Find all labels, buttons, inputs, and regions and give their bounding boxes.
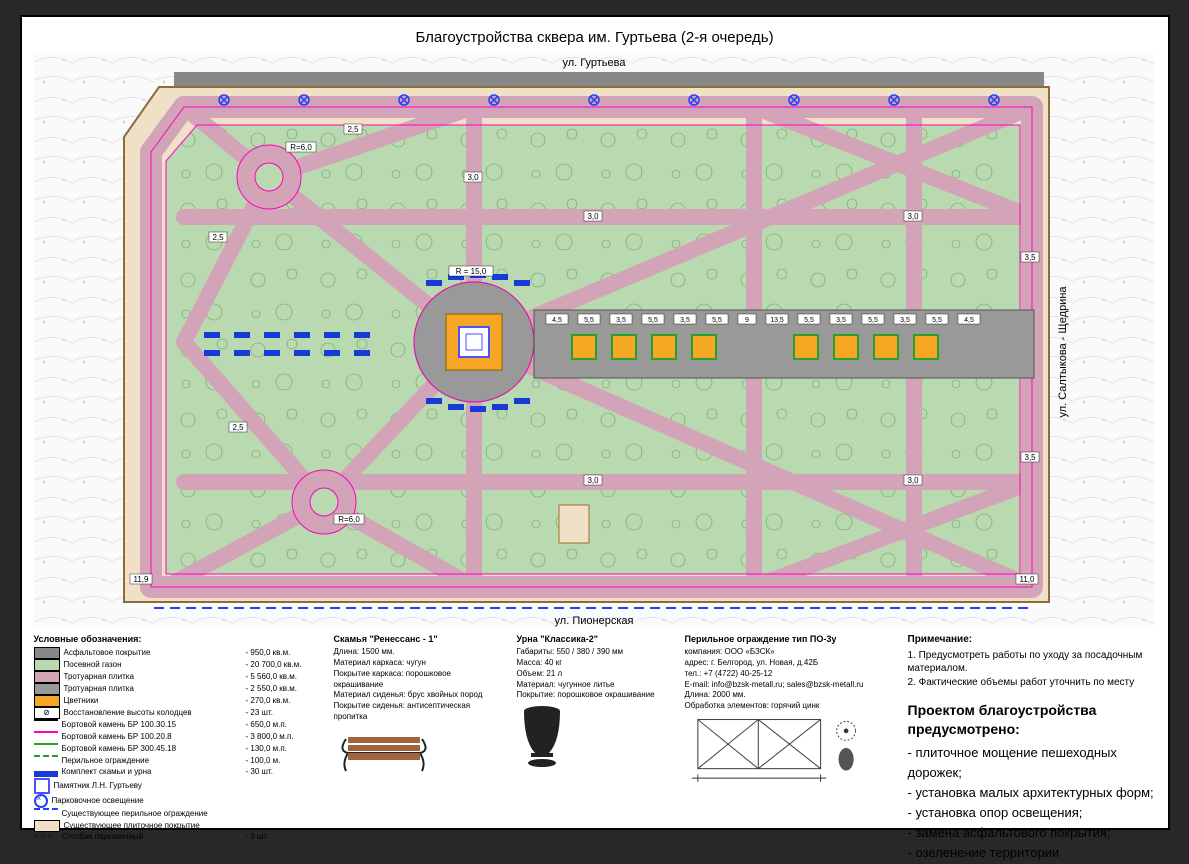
legend-item-rail: Перильное ограждение- 100,0 м.	[34, 755, 316, 767]
notes-column: Примечание: 1. Предусмотреть работы по у…	[908, 633, 1156, 864]
drawing-sheet: С Благоустройства сквера им. Гуртьева (2…	[20, 15, 1170, 830]
svg-text:4,5: 4,5	[552, 317, 562, 324]
svg-text:3,0: 3,0	[907, 476, 919, 485]
legend-item-flower: Цветники- 270,0 кв.м.	[34, 695, 316, 707]
legend-item-monument: Памятник Л.Н. Гуртьеву	[34, 778, 316, 794]
svg-text:3,5: 3,5	[616, 317, 626, 324]
legend-item-curb2: Бортовой камень БР 100.20.8- 3 800,0 м.п…	[34, 731, 316, 743]
bench-spec: Скамья "Ренессанс - 1" Длина: 1500 мм.Ма…	[334, 633, 499, 864]
svg-text:3,5: 3,5	[900, 317, 910, 324]
svg-text:2,5: 2,5	[232, 423, 244, 432]
svg-text:9: 9	[745, 317, 749, 324]
svg-text:2,5: 2,5	[212, 233, 224, 242]
svg-text:5,5: 5,5	[712, 317, 722, 324]
legend-item-bollard: ○ ○ ○Столбик парковочный- 3 шт.	[34, 832, 316, 843]
svg-text:5,5: 5,5	[584, 317, 594, 324]
urn-icon	[517, 701, 567, 771]
svg-text:2,5: 2,5	[347, 125, 359, 134]
svg-text:5,5: 5,5	[648, 317, 658, 324]
legend-item-curb3: Бортовой камень БР 300.45.18- 130,0 м.п.	[34, 743, 316, 755]
bench-icon	[334, 723, 434, 783]
legend-column: Условные обозначения: Асфальтовое покрыт…	[34, 633, 316, 864]
legend-item-paving2: Тротуарная плитка- 2 550,0 кв.м.	[34, 683, 316, 695]
legend-item-light: ×Парковочное освещение	[34, 794, 316, 808]
fence-icon	[685, 712, 875, 797]
project-header: Проектом благоустройства предусмотрено:	[908, 701, 1156, 739]
svg-text:3,5: 3,5	[836, 317, 846, 324]
legend-item-lawn: Посевной газон- 20 700,0 кв.м.	[34, 659, 316, 671]
project-list: - плиточное мощение пешеходных дорожек;-…	[908, 743, 1156, 864]
legend-item-expave: Существующее плиточное покрытие	[34, 820, 316, 832]
legend-item-manhole: ⊘Восстановление высоты колодцев- 23 шт.	[34, 707, 316, 719]
legend-item-curb1: Бортовой камень БР 100.30.15- 650,0 м.п.	[34, 719, 316, 731]
legend-and-notes: Условные обозначения: Асфальтовое покрыт…	[34, 633, 1156, 864]
svg-text:3,0: 3,0	[467, 173, 479, 182]
svg-text:11,9: 11,9	[133, 575, 149, 584]
legend-item-asphalt: Асфальтовое покрытие- 950,0 кв.м.	[34, 647, 316, 659]
legend-header: Условные обозначения:	[34, 633, 316, 645]
svg-text:R=6,0: R=6,0	[338, 515, 360, 524]
street-bottom: ул. Пионерская	[554, 615, 633, 627]
svg-text:3,0: 3,0	[907, 212, 919, 221]
svg-text:R=6,0: R=6,0	[290, 143, 312, 152]
site-plan: ул. Гуртьева ул. Пионерская ул. Октябрьс…	[34, 52, 1156, 627]
svg-text:5,5: 5,5	[868, 317, 878, 324]
svg-text:4,5: 4,5	[964, 317, 974, 324]
legend-item-bench: Комплект скамьи и урна- 30 шт.	[34, 767, 316, 778]
svg-text:11,0: 11,0	[1019, 575, 1035, 584]
svg-text:13,5: 13,5	[770, 317, 784, 324]
svg-text:3,5: 3,5	[1024, 253, 1036, 262]
svg-text:3,0: 3,0	[587, 476, 599, 485]
fence-spec: Перильное ограждение тип ПО-3у компания:…	[685, 633, 890, 864]
svg-text:5,5: 5,5	[804, 317, 814, 324]
street-right: ул. Салтыкова - Щедрина	[1057, 286, 1069, 418]
svg-text:3,0: 3,0	[587, 212, 599, 221]
street-top: ул. Гуртьева	[562, 57, 626, 69]
legend-item-paving1: Тротуарная плитка- 5 560,0 кв.м.	[34, 671, 316, 683]
svg-text:R = 15,0: R = 15,0	[455, 267, 486, 276]
svg-text:5,5: 5,5	[932, 317, 942, 324]
svg-text:3,5: 3,5	[680, 317, 690, 324]
sheet-title: Благоустройства сквера им. Гуртьева (2-я…	[34, 29, 1156, 46]
legend-item-exrail: Существующее перильное ограждение	[34, 808, 316, 820]
svg-text:3,5: 3,5	[1024, 453, 1036, 462]
urn-spec: Урна "Классика-2" Габариты: 550 / 380 / …	[517, 633, 667, 864]
